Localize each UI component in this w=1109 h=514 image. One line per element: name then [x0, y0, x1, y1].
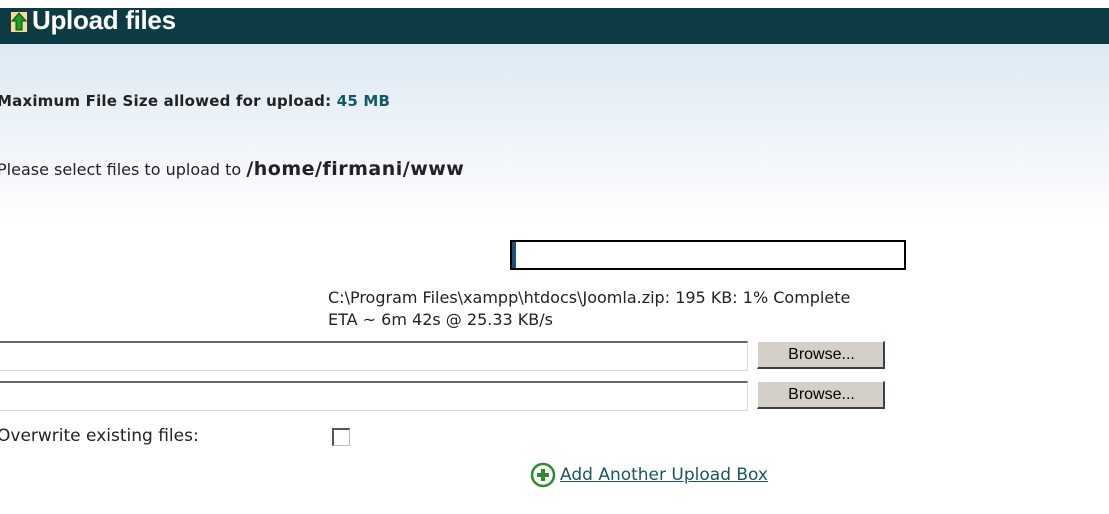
file-input-2[interactable] — [0, 381, 748, 411]
page-title: Upload files — [32, 5, 176, 35]
add-upload-box-link[interactable]: Add Another Upload Box — [530, 460, 768, 490]
browse-button-2[interactable]: Browse... — [757, 381, 885, 409]
upload-arrow-icon — [10, 11, 28, 33]
overwrite-checkbox[interactable] — [332, 428, 350, 446]
upload-progress-bar — [510, 240, 906, 270]
max-file-size-value: 45 MB — [336, 92, 391, 110]
destination-label: Please select files to upload to — [0, 160, 242, 179]
browse-button-1[interactable]: Browse... — [757, 341, 885, 369]
upload-status: C:\Program Files\xampp\htdocs\Joomla.zip… — [328, 285, 850, 333]
max-file-size: Maximum File Size allowed for upload: 45… — [0, 92, 390, 110]
destination-line: Please select files to upload to /home/f… — [0, 158, 464, 180]
add-upload-box-label[interactable]: Add Another Upload Box — [560, 465, 768, 485]
destination-path: /home/firmani/www — [246, 158, 465, 180]
plus-circle-icon — [530, 462, 556, 488]
page-header: Upload files — [0, 5, 1109, 44]
upload-progress-fill — [512, 242, 516, 268]
overwrite-label: Overwrite existing files: — [0, 426, 199, 446]
file-input-1[interactable] — [0, 341, 748, 371]
max-file-size-label: Maximum File Size allowed for upload: — [0, 92, 332, 110]
